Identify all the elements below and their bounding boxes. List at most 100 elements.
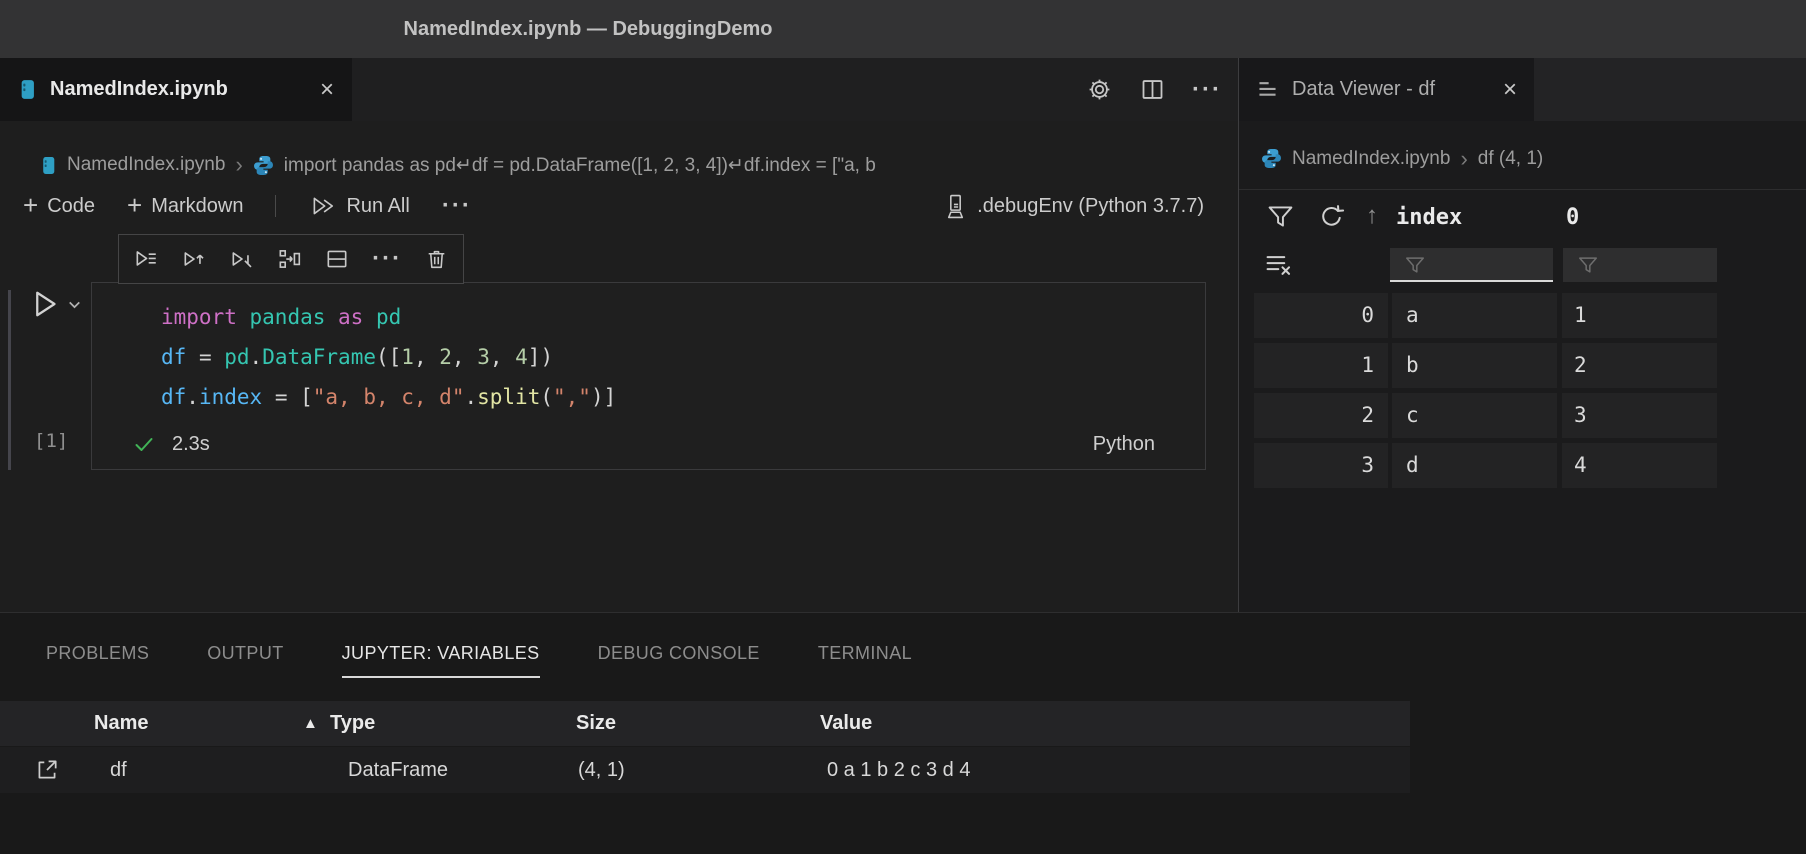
add-code-label: Code [47,195,95,218]
tab-close-icon[interactable]: × [1503,78,1517,102]
kernel-label: .debugEnv (Python 3.7.7) [977,195,1204,218]
python-icon [253,155,274,176]
split-cell-icon[interactable] [324,246,350,272]
cell-value[interactable]: 1 [1562,293,1717,338]
add-markdown-label: Markdown [151,195,243,218]
cell-value[interactable]: 2 [1562,343,1717,388]
code-editor[interactable]: import pandas as pd df = pd.DataFrame([1… [92,283,616,417]
breadcrumb-file[interactable]: NamedIndex.ipynb [67,154,225,176]
tab-close-icon[interactable]: × [320,78,334,102]
notebook-more-icon[interactable]: ··· [442,194,472,218]
vscode-window: NamedIndex.ipynb — DebuggingDemo NamedIn… [0,0,1806,854]
column-header-index[interactable]: index [1396,190,1462,246]
cell-toolbar: ··· [118,234,464,284]
cell-run-button[interactable] [26,286,83,322]
tab-terminal[interactable]: TERMINAL [818,643,912,678]
cell-more-icon[interactable]: ··· [372,247,402,271]
row-header[interactable]: 0 [1254,293,1388,338]
variable-row[interactable]: df DataFrame (4, 1) 0 a 1 b 2 c 3 d 4 [0,747,1410,793]
tab-label: Data Viewer - df [1292,78,1435,101]
add-code-button[interactable]: + Code [23,194,95,218]
column-header-0[interactable]: 0 [1566,190,1579,246]
cell-status-bar: 2.3s Python [92,419,1205,469]
header-type[interactable]: Type [330,701,375,746]
tab-jupyter-variables[interactable]: JUPYTER: VARIABLES [342,643,540,678]
variable-value: 0 a 1 b 2 c 3 d 4 [827,747,970,793]
notebook-icon [18,79,37,100]
cell-language-label[interactable]: Python [1093,433,1155,456]
delete-cell-icon[interactable] [424,247,449,272]
breadcrumb-file[interactable]: NamedIndex.ipynb [1292,148,1450,170]
vm-kernel-icon [944,194,967,219]
sort-triangle-icon: ▲ [303,701,318,746]
cell-focus-bar [8,290,11,470]
sort-ascending-icon: ↑ [1366,202,1378,230]
tab-output[interactable]: OUTPUT [207,643,283,678]
code-line[interactable]: df.index = ["a, b, c, d".split(",")] [161,377,616,417]
breadcrumb: NamedIndex.ipynb › import pandas as pd↵d… [0,148,1238,182]
variables-table-header: Name ▲ Type Size Value [0,701,1410,746]
filter-input-0[interactable] [1563,248,1717,282]
header-size[interactable]: Size [576,701,616,746]
run-all-button[interactable]: Run All [308,193,409,219]
header-name[interactable]: Name [94,701,148,746]
success-check-icon [132,432,156,456]
filter-funnel-icon[interactable] [1266,203,1295,230]
add-markdown-button[interactable]: + Markdown [127,194,243,218]
filter-input-index[interactable] [1390,248,1553,282]
cell-index[interactable]: b [1392,343,1557,388]
run-above-icon[interactable] [181,246,207,272]
editor-actions: ··· [1086,58,1222,121]
tab-debug-console[interactable]: DEBUG CONSOLE [598,643,760,678]
refresh-icon[interactable] [1318,203,1345,230]
plus-icon: + [23,192,38,218]
toolbar-divider [275,195,276,217]
tab-namedindex[interactable]: NamedIndex.ipynb × [0,58,352,121]
execution-count: [1] [34,430,68,452]
row-header[interactable]: 1 [1254,343,1388,388]
editor-group: NamedIndex.ipynb × ··· NamedIndex.ipynb … [0,58,1239,612]
title-bar: NamedIndex.ipynb — DebuggingDemo [0,0,1806,58]
clear-filters-icon[interactable] [1264,252,1295,279]
code-line[interactable]: df = pd.DataFrame([1, 2, 3, 4]) [161,337,616,377]
breadcrumb-cell-preview[interactable]: import pandas as pd↵df = pd.DataFrame([1… [284,154,876,177]
code-cell[interactable]: import pandas as pd df = pd.DataFrame([1… [91,282,1206,470]
run-below-icon[interactable] [229,246,255,272]
cell-index[interactable]: c [1392,393,1557,438]
editor-more-icon[interactable]: ··· [1192,78,1222,102]
cell-index[interactable]: a [1392,293,1557,338]
data-viewer-breadcrumb: NamedIndex.ipynb › df (4, 1) [1239,128,1806,190]
cell-value[interactable]: 4 [1562,443,1717,488]
play-icon [26,286,62,322]
kernel-picker[interactable]: .debugEnv (Python 3.7.7) [944,194,1204,219]
variable-size: (4, 1) [578,747,625,793]
breadcrumb-detail: df (4, 1) [1478,148,1543,170]
variable-type: DataFrame [348,747,448,793]
chevron-right-icon: › [235,152,242,178]
run-section-icon[interactable] [276,246,302,272]
row-header[interactable]: 3 [1254,443,1388,488]
tab-problems[interactable]: PROBLEMS [46,643,149,678]
header-value[interactable]: Value [820,701,872,746]
python-icon [1261,148,1282,169]
window-title: NamedIndex.ipynb — DebuggingDemo [404,0,773,58]
tab-data-viewer[interactable]: Data Viewer - df × [1239,58,1534,121]
settings-gear-icon[interactable] [1086,76,1113,103]
open-in-data-viewer-icon[interactable] [34,757,60,783]
variable-name: df [110,747,127,793]
code-line[interactable]: import pandas as pd [161,297,616,337]
row-header[interactable]: 2 [1254,393,1388,438]
plus-icon: + [127,192,142,218]
list-icon [1256,79,1279,100]
panel-tab-bar: PROBLEMS OUTPUT JUPYTER: VARIABLES DEBUG… [46,643,912,678]
execution-duration: 2.3s [172,433,210,456]
run-by-line-icon[interactable] [133,246,159,272]
cell-value[interactable]: 3 [1562,393,1717,438]
chevron-down-icon[interactable] [66,296,83,313]
notebook-icon [40,156,57,175]
bottom-panel: PROBLEMS OUTPUT JUPYTER: VARIABLES DEBUG… [0,612,1806,854]
cell-index[interactable]: d [1392,443,1557,488]
run-all-label: Run All [346,195,409,218]
notebook-toolbar: + Code + Markdown Run All ··· .debugEnv … [0,182,1238,230]
split-editor-icon[interactable] [1139,76,1166,103]
